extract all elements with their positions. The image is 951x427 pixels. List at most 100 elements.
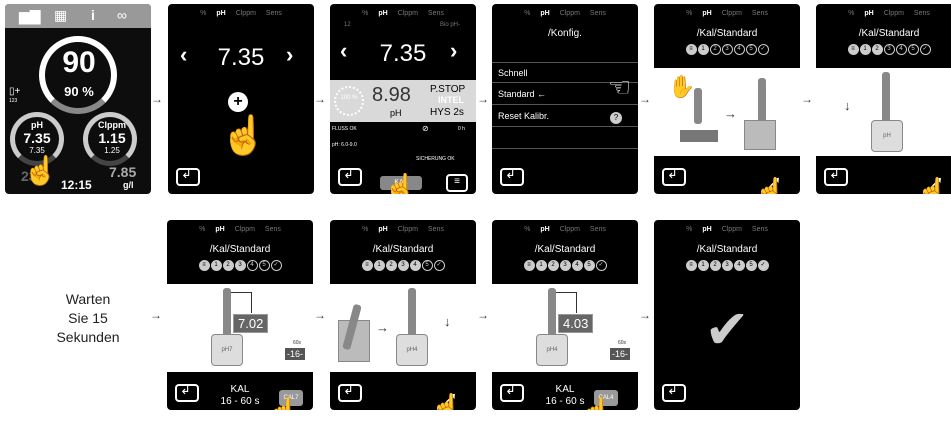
back-button[interactable]: [662, 166, 686, 186]
tab-clppm[interactable]: Clppm: [722, 10, 742, 17]
step-3: 3: [234, 260, 246, 271]
kal-step-2: % pH Clppm Sens /Kal/Standard ≡ 1 2 3 4 5 ✓ ↓ pH …: [816, 4, 951, 194]
tab-percent[interactable]: %: [686, 10, 692, 17]
kal-complete: % pH Clppm Sens /Kal/Standard ≡ 1 2 3 4 5 ✓ ✔: [654, 220, 800, 410]
kal-step-5: % pH Clppm Sens /Kal/Standard ≡ 1 2 3 4 5 ✓ pH4 4…: [492, 220, 638, 410]
tab-ph[interactable]: pH: [702, 226, 711, 233]
plus-icon[interactable]: +: [228, 92, 248, 112]
tab-clppm[interactable]: Clppm: [236, 10, 256, 17]
back-button[interactable]: [176, 166, 200, 186]
back-button[interactable]: [500, 166, 524, 186]
tab-percent[interactable]: %: [524, 226, 530, 233]
tab-ph[interactable]: pH: [378, 226, 387, 233]
step-indicator: ≡ 1 2 3 4 5 ✓: [167, 260, 313, 271]
status-panel: 100 % 8.98 pH P.STOP INTEL HYS 2s: [330, 80, 476, 122]
instruction-panel: → pH4 ↓: [330, 284, 476, 372]
kal-step-1: %pHClppmSens /Kal/Standard ≡12345✓ ✋ → ➚…: [654, 4, 800, 194]
flow-arrow-icon: →: [639, 92, 651, 106]
tab-ph[interactable]: pH: [702, 10, 711, 17]
hand-icon: ☜: [608, 72, 632, 102]
step-3: 3: [559, 260, 571, 271]
gauge-icon: ⊘: [422, 124, 429, 133]
back-button[interactable]: [824, 166, 848, 186]
main-gauge-value: 90: [62, 46, 96, 79]
tab-ph[interactable]: pH: [540, 226, 549, 233]
tab-sens[interactable]: Sens: [428, 10, 444, 17]
tab-percent[interactable]: %: [362, 10, 368, 17]
hand-icon: ☝: [916, 176, 949, 194]
hand-icon: ☝: [23, 155, 58, 186]
tab-sens[interactable]: Sens: [914, 10, 930, 17]
tab-sens[interactable]: Sens: [752, 226, 768, 233]
step-3: 3: [397, 260, 409, 271]
tab-clppm[interactable]: Clppm: [235, 226, 255, 233]
back-button[interactable]: [662, 382, 686, 402]
menu-icon: ≡: [847, 44, 859, 55]
ph-screen: % pH Clppm Sens ‹ 7.35 › + ☝: [168, 4, 314, 194]
cl-label: Clppm: [98, 120, 126, 130]
tab-percent[interactable]: %: [362, 226, 368, 233]
tab-bar: % pH Clppm Sens: [492, 10, 638, 17]
step-1: 1: [859, 44, 871, 55]
tab-sens[interactable]: Sens: [590, 10, 606, 17]
status-hys: HYS 2s: [430, 107, 464, 118]
kal-title: /Kal/Standard: [372, 244, 434, 255]
step-4: 4: [571, 260, 583, 271]
step-3: 3: [721, 260, 733, 271]
tab-ph[interactable]: pH: [378, 10, 387, 17]
arrow-down-icon: ↓: [844, 98, 851, 113]
range-label: pH: 6.0-9.0: [332, 142, 357, 148]
info-icon[interactable]: i: [91, 7, 95, 23]
menu-icon[interactable]: ≡: [446, 174, 468, 192]
arrow-down-icon: ↓: [444, 314, 451, 329]
tab-ph[interactable]: pH: [216, 10, 225, 17]
step-5: 5: [745, 260, 757, 271]
tab-ph[interactable]: pH: [864, 10, 873, 17]
tab-bar: % pH Clppm Sens: [816, 10, 951, 17]
step-indicator: ≡ 1 2 3 4 5 ✓: [654, 44, 800, 55]
chevron-right-icon[interactable]: ›: [286, 42, 293, 68]
grid-icon[interactable]: ▦: [54, 7, 67, 24]
tab-ph[interactable]: pH: [215, 226, 224, 233]
flow-arrow-icon: →: [150, 308, 162, 322]
tab-clppm[interactable]: Clppm: [722, 226, 742, 233]
tab-bar: % pH Clppm Sens: [330, 10, 476, 17]
tab-sens[interactable]: Sens: [266, 10, 282, 17]
check-icon: ✓: [919, 44, 931, 55]
tab-clppm[interactable]: Clppm: [884, 10, 904, 17]
bottle-icon: pH: [871, 120, 903, 152]
help-icon[interactable]: ?: [610, 112, 622, 124]
tab-clppm[interactable]: Clppm: [560, 10, 580, 17]
unit-label: g/l: [123, 180, 134, 190]
tab-percent[interactable]: %: [848, 10, 854, 17]
tab-sens[interactable]: Sens: [590, 226, 606, 233]
tab-clppm[interactable]: Clppm: [398, 226, 418, 233]
bar-chart-icon[interactable]: ▆▇: [19, 8, 41, 25]
tab-sens[interactable]: Sens: [428, 226, 444, 233]
step-1: 1: [210, 260, 222, 271]
tab-sens[interactable]: Sens: [752, 10, 768, 17]
tab-percent[interactable]: %: [199, 226, 205, 233]
config-screen: % pH Clppm Sens /Konfig. Schnell Standard ←…: [492, 4, 638, 194]
tab-ph[interactable]: pH: [540, 10, 549, 17]
back-button[interactable]: [338, 166, 362, 186]
tab-clppm[interactable]: Clppm: [560, 226, 580, 233]
step-4: 4: [733, 44, 745, 55]
tab-clppm[interactable]: Clppm: [398, 10, 418, 17]
step-5: 5: [583, 260, 595, 271]
tab-percent[interactable]: %: [524, 10, 530, 17]
ph-value: 7.35: [23, 130, 51, 146]
back-button[interactable]: [338, 382, 362, 402]
tab-sens[interactable]: Sens: [265, 226, 281, 233]
menu-icon: ≡: [523, 260, 535, 271]
hand-icon: ☝: [430, 392, 463, 410]
step-2: 2: [547, 260, 559, 271]
chevron-right-icon[interactable]: ›: [450, 38, 457, 64]
tab-percent[interactable]: %: [200, 10, 206, 17]
flow-arrow-icon: →: [477, 92, 489, 106]
step-1: 1: [373, 260, 385, 271]
main-value: 8.98: [372, 84, 411, 106]
link-icon[interactable]: ∞: [117, 7, 127, 23]
tab-percent[interactable]: %: [686, 226, 692, 233]
status-pstop: P.STOP: [430, 84, 466, 95]
